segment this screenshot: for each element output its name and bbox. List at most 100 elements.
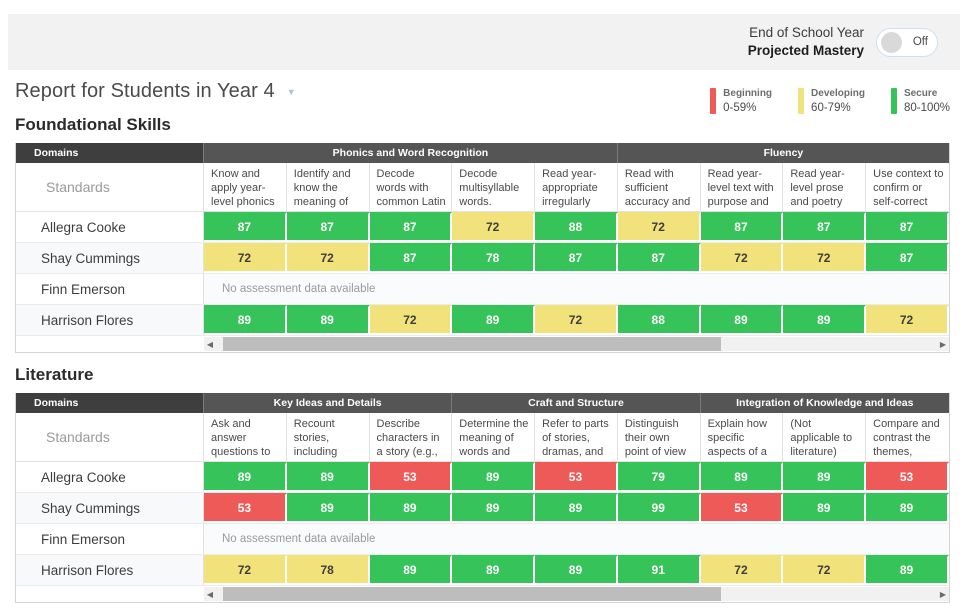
score-cell[interactable]: 72 xyxy=(617,212,701,242)
standard-header-cell[interactable]: Compare and contrast the themes, xyxy=(866,413,949,461)
score-cell[interactable]: 89 xyxy=(866,493,949,523)
score-cell[interactable]: 53 xyxy=(535,462,618,492)
score-cell[interactable]: 53 xyxy=(866,462,949,492)
page-title: Report for Students in Year 4 ▼ xyxy=(15,80,296,103)
score-cell[interactable]: 72 xyxy=(783,243,867,273)
score-cell[interactable]: 87 xyxy=(204,212,287,242)
score-cell[interactable]: 99 xyxy=(617,493,701,523)
score-cell[interactable]: 72 xyxy=(535,305,618,335)
standard-header-cell[interactable]: Recount stories, including xyxy=(286,413,370,461)
scrollbar-thumb[interactable] xyxy=(223,337,721,351)
score-cell[interactable]: 89 xyxy=(783,462,867,492)
student-name-cell[interactable]: Harrison Flores xyxy=(16,555,204,585)
student-name-cell[interactable]: Shay Cummings xyxy=(16,243,204,273)
horizontal-scrollbar[interactable]: ◀ ▶ xyxy=(204,337,949,351)
page-title-text: Report for Students in Year 4 xyxy=(15,80,275,102)
score-cell[interactable]: 89 xyxy=(700,305,784,335)
score-cell[interactable]: 89 xyxy=(452,305,536,335)
scrollbar-track[interactable] xyxy=(216,587,937,601)
standard-header-cell[interactable]: Read year-appropriate irregularly xyxy=(535,163,618,211)
no-data-message: No assessment data available xyxy=(204,524,949,554)
score-cell[interactable]: 72 xyxy=(452,212,536,242)
standard-header-cell[interactable]: Read year-level text with purpose and xyxy=(700,163,784,211)
score-cell[interactable]: 89 xyxy=(866,555,949,585)
score-cell[interactable]: 72 xyxy=(369,305,453,335)
student-name-cell[interactable]: Shay Cummings xyxy=(16,493,204,523)
score-cell[interactable]: 72 xyxy=(783,555,867,585)
score-cell[interactable]: 89 xyxy=(204,462,287,492)
score-cell[interactable]: 89 xyxy=(369,555,453,585)
standard-header-cell[interactable]: Know and apply year-level phonics xyxy=(204,163,287,211)
score-cell[interactable]: 53 xyxy=(700,493,784,523)
score-cell[interactable]: 87 xyxy=(617,243,701,273)
score-cell[interactable]: 53 xyxy=(369,462,453,492)
standard-header-cell[interactable]: Describe characters in a story (e.g., xyxy=(369,413,453,461)
score-cell[interactable]: 87 xyxy=(369,212,453,242)
score-cell[interactable]: 72 xyxy=(700,243,784,273)
scroll-right-arrow-icon[interactable]: ▶ xyxy=(937,340,949,349)
legend-swatch xyxy=(710,88,717,114)
score-cell[interactable]: 87 xyxy=(866,243,949,273)
score-cell[interactable]: 89 xyxy=(783,305,867,335)
standard-header-cell[interactable]: Refer to parts of stories, dramas, and xyxy=(535,413,618,461)
score-cell[interactable]: 89 xyxy=(204,305,287,335)
scroll-left-arrow-icon[interactable]: ◀ xyxy=(204,590,216,599)
legend-swatch xyxy=(798,88,805,114)
score-cell[interactable]: 89 xyxy=(535,555,618,585)
horizontal-scrollbar[interactable]: ◀ ▶ xyxy=(204,587,949,601)
student-name-cell[interactable]: Finn Emerson xyxy=(16,274,204,304)
student-name-cell[interactable]: Allegra Cooke xyxy=(16,462,204,492)
standard-header-cell[interactable]: Read year-level prose and poetry xyxy=(783,163,867,211)
score-cell[interactable]: 72 xyxy=(866,305,949,335)
scroll-left-arrow-icon[interactable]: ◀ xyxy=(204,340,216,349)
score-cell[interactable]: 72 xyxy=(700,555,784,585)
title-caret-icon[interactable]: ▼ xyxy=(287,87,296,97)
score-cell[interactable]: 89 xyxy=(535,493,618,523)
standard-header-cell[interactable]: Read with sufficient accuracy and xyxy=(617,163,701,211)
score-cell[interactable]: 89 xyxy=(286,305,370,335)
score-cell[interactable]: 72 xyxy=(286,243,370,273)
standard-header-cell[interactable]: Determine the meaning of words and xyxy=(452,413,536,461)
score-cell[interactable]: 79 xyxy=(617,462,701,492)
score-cell[interactable]: 88 xyxy=(617,305,701,335)
score-cell[interactable]: 87 xyxy=(369,243,453,273)
score-cell[interactable]: 72 xyxy=(204,555,287,585)
score-cell[interactable]: 87 xyxy=(700,212,784,242)
standard-header-cell[interactable]: (Not applicable to literature) xyxy=(783,413,867,461)
standard-header-cell[interactable]: Decode words with common Latin suffixes. xyxy=(369,163,453,211)
score-cell[interactable]: 89 xyxy=(452,493,536,523)
report-table: Domains Key Ideas and Details Craft and St… xyxy=(15,393,950,603)
student-name-cell[interactable]: Harrison Flores xyxy=(16,305,204,335)
score-cell[interactable]: 87 xyxy=(286,212,370,242)
standard-header-cell[interactable]: Decode multisyllable words. xyxy=(452,163,536,211)
student-name-cell[interactable]: Finn Emerson xyxy=(16,524,204,554)
score-cell[interactable]: 87 xyxy=(866,212,949,242)
score-cell[interactable]: 89 xyxy=(369,493,453,523)
score-cell[interactable]: 89 xyxy=(452,462,536,492)
score-cell[interactable]: 89 xyxy=(700,462,784,492)
scrollbar-thumb[interactable] xyxy=(223,587,721,601)
scroll-right-arrow-icon[interactable]: ▶ xyxy=(937,590,949,599)
score-cell[interactable]: 88 xyxy=(535,212,618,242)
standard-header-cell[interactable]: Ask and answer questions to xyxy=(204,413,287,461)
standard-header-cell[interactable]: Explain how specific aspects of a xyxy=(700,413,784,461)
score-cell[interactable]: 87 xyxy=(783,212,867,242)
score-cell[interactable]: 78 xyxy=(452,243,536,273)
score-cell[interactable]: 89 xyxy=(286,462,370,492)
score-cell[interactable]: 91 xyxy=(617,555,701,585)
score-cell[interactable]: 53 xyxy=(204,493,287,523)
score-cell[interactable]: 72 xyxy=(204,243,287,273)
projected-mastery-switch[interactable]: Off xyxy=(876,27,938,57)
standard-header-cell[interactable]: Use context to confirm or self-correct xyxy=(866,163,949,211)
score-cell[interactable]: 87 xyxy=(535,243,618,273)
score-cell[interactable]: 89 xyxy=(452,555,536,585)
scrollbar-track[interactable] xyxy=(216,337,937,351)
standard-header-cell[interactable]: Identify and know the meaning of xyxy=(286,163,370,211)
section-literature: Literature Domains Key Ideas and Details Cr… xyxy=(0,365,968,603)
standard-header-cell[interactable]: Distinguish their own point of view xyxy=(617,413,701,461)
score-cell[interactable]: 89 xyxy=(783,493,867,523)
score-cell[interactable]: 89 xyxy=(286,493,370,523)
horizontal-scrollbar-row: ◀ ▶ xyxy=(16,336,949,352)
score-cell[interactable]: 78 xyxy=(286,555,370,585)
student-name-cell[interactable]: Allegra Cooke xyxy=(16,212,204,242)
